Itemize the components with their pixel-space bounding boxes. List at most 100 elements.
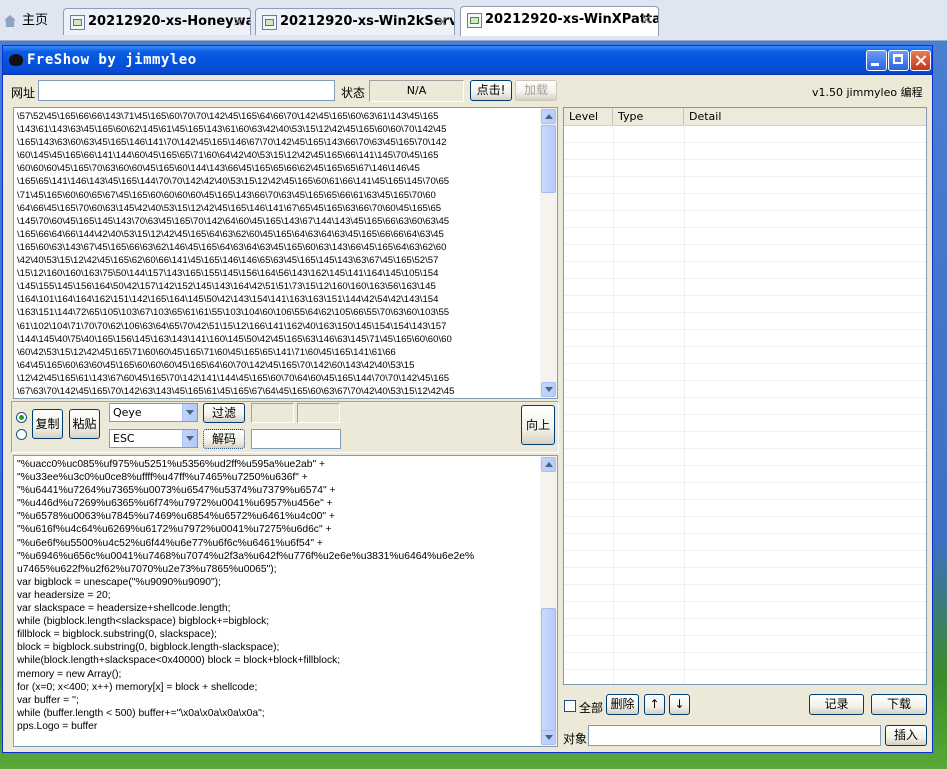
home-icon [4, 15, 16, 27]
grid-line [564, 533, 926, 534]
copy-button[interactable]: 复制 [32, 409, 63, 439]
tab-honeywall[interactable]: 20212920-xs-Honeywall × [63, 8, 251, 35]
grid-line [564, 210, 926, 211]
scroll-thumb[interactable] [541, 608, 556, 732]
object-label: 对象 [563, 732, 588, 746]
move-up-button[interactable]: ↑ [644, 694, 665, 715]
grid-line [564, 465, 926, 466]
grid-line [564, 601, 926, 602]
home-tab-label: 主页 [22, 13, 49, 28]
up-button[interactable]: 向上 [521, 405, 555, 445]
grid-line [564, 414, 926, 415]
grid-line [564, 380, 926, 381]
status-value: N/A [369, 80, 464, 102]
hex-textarea[interactable]: \57\52\45\165\66\66\143\71\45\165\60\70\… [13, 107, 558, 399]
grid-line [564, 516, 926, 517]
close-icon[interactable]: × [436, 9, 448, 35]
scroll-up-icon[interactable] [541, 457, 556, 472]
browser-tab-strip: 主页 20212920-xs-Honeywall × 20212920-xs-W… [0, 0, 947, 41]
scroll-down-icon[interactable] [541, 382, 556, 397]
click-button[interactable]: 点击! [470, 80, 512, 101]
scroll-thumb[interactable] [541, 125, 556, 193]
log-header: Level Type Detail [564, 108, 926, 126]
tab-win2kserver[interactable]: 20212920-xs-Win2kServer_S... × [255, 8, 455, 35]
load-button[interactable]: 加载 [515, 80, 557, 101]
grid-line [564, 635, 926, 636]
grid-line [564, 363, 926, 364]
tab-label: 20212920-xs-Win2kServer_S... [280, 14, 455, 29]
chevron-down-icon[interactable] [182, 404, 197, 421]
record-button[interactable]: 记录 [809, 694, 864, 715]
grid-line [564, 499, 926, 500]
move-down-button[interactable]: ↓ [669, 694, 690, 715]
download-button[interactable]: 下载 [871, 694, 927, 715]
close-button[interactable] [910, 50, 931, 71]
encoding-select[interactable]: Qeye [109, 403, 198, 422]
object-input[interactable] [588, 725, 881, 746]
column-type[interactable]: Type [613, 108, 684, 125]
select-all-label: 全部 [579, 701, 604, 715]
select-all-checkbox[interactable] [564, 700, 576, 712]
decode-button[interactable]: 解码 [203, 429, 245, 449]
delete-button[interactable]: 删除 [606, 694, 639, 715]
grid-line [564, 244, 926, 245]
tab-winxpattacker[interactable]: 20212920-xs-WinXPattac... × [460, 6, 659, 36]
tab-label: 20212920-xs-Honeywall [88, 14, 251, 29]
grid-line [564, 346, 926, 347]
decode-input[interactable] [251, 429, 341, 449]
filter-button[interactable]: 过滤 [203, 403, 245, 423]
column-level[interactable]: Level [564, 108, 613, 125]
grid-line [564, 550, 926, 551]
grid-line [564, 278, 926, 279]
log-listview[interactable]: Level Type Detail [563, 107, 927, 685]
scroll-down-icon[interactable] [541, 730, 556, 745]
code-content: "%uacc0%uc085%uf975%u5251%u5356%ud2ff%u5… [17, 459, 475, 732]
window-titlebar[interactable]: FreShow by jimmyleo [3, 46, 932, 75]
radio-option-1[interactable] [16, 412, 27, 423]
filter-field-1[interactable] [251, 403, 294, 423]
tab-label: 20212920-xs-WinXPattac... [485, 12, 659, 27]
chevron-down-icon[interactable] [182, 430, 197, 447]
vm-icon [467, 13, 482, 28]
url-label: 网址 [11, 86, 36, 100]
hex-content: \57\52\45\165\66\66\143\71\45\165\60\70\… [17, 111, 455, 397]
maximize-button[interactable] [888, 50, 909, 71]
freshow-window: FreShow by jimmyleo 网址 状态 N/A 点击! 加载 v1.… [2, 45, 933, 753]
version-label: v1.50 jimmyleo 编程 [812, 86, 923, 99]
escape-select[interactable]: ESC [109, 429, 198, 448]
grid-line [564, 295, 926, 296]
code-textarea[interactable]: "%uacc0%uc085%uf975%u5251%u5356%ud2ff%u5… [13, 455, 558, 747]
grid-line [564, 652, 926, 653]
radio-option-2[interactable] [16, 429, 27, 440]
grid-line [564, 159, 926, 160]
grid-line [564, 669, 926, 670]
escape-select-value: ESC [113, 432, 135, 445]
vm-icon [70, 15, 85, 30]
grid-line [564, 618, 926, 619]
hex-scrollbar[interactable] [540, 108, 557, 398]
grid-line [564, 397, 926, 398]
home-tab[interactable]: 主页 [0, 8, 48, 35]
grid-line [564, 584, 926, 585]
app-icon [9, 54, 23, 66]
code-scrollbar[interactable] [540, 456, 557, 746]
minimize-button[interactable] [866, 50, 887, 71]
vm-icon [262, 15, 277, 30]
close-icon[interactable]: × [232, 9, 244, 35]
filter-field-2[interactable] [297, 403, 340, 423]
grid-line [564, 482, 926, 483]
paste-button[interactable]: 粘贴 [69, 409, 100, 439]
grid-line [564, 431, 926, 432]
grid-line [564, 142, 926, 143]
grid-line [564, 227, 926, 228]
url-input[interactable] [38, 80, 335, 101]
close-icon[interactable]: × [640, 7, 652, 33]
grid-line [564, 193, 926, 194]
grid-line [564, 329, 926, 330]
column-detail[interactable]: Detail [684, 108, 926, 125]
status-label: 状态 [341, 86, 366, 100]
insert-button[interactable]: 插入 [885, 725, 927, 746]
scroll-up-icon[interactable] [541, 109, 556, 124]
grid-line [564, 312, 926, 313]
grid-line [564, 176, 926, 177]
